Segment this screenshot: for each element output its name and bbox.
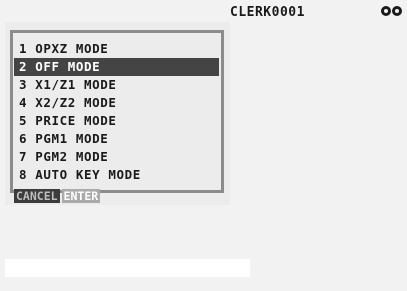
menu-item-off-mode[interactable]: 2 OFF MODE — [14, 58, 219, 76]
menu-item-opxz-mode[interactable]: 1 OPXZ MODE — [14, 40, 219, 58]
enter-button[interactable]: ENTER — [61, 189, 101, 203]
cancel-button[interactable]: CANCEL — [14, 189, 60, 203]
connection-icon — [381, 6, 402, 16]
menu-item-x2z2-mode[interactable]: 4 X2/Z2 MODE — [14, 94, 219, 112]
entry-field[interactable] — [5, 259, 250, 277]
clerk-id: CLERK0001 — [230, 5, 305, 20]
menu-item-auto-key-mode[interactable]: 8 AUTO KEY MODE — [14, 166, 219, 184]
menu-item-pgm1-mode[interactable]: 6 PGM1 MODE — [14, 130, 219, 148]
menu-item-pgm2-mode[interactable]: 7 PGM2 MODE — [14, 148, 219, 166]
mode-menu: 1 OPXZ MODE 2 OFF MODE 3 X1/Z1 MODE 4 X2… — [14, 40, 219, 184]
menu-item-x1z1-mode[interactable]: 3 X1/Z1 MODE — [14, 76, 219, 94]
status-bar: CLERK0001 — [0, 0, 407, 20]
softkey-bar: CANCEL ENTER — [14, 189, 101, 203]
menu-item-price-mode[interactable]: 5 PRICE MODE — [14, 112, 219, 130]
